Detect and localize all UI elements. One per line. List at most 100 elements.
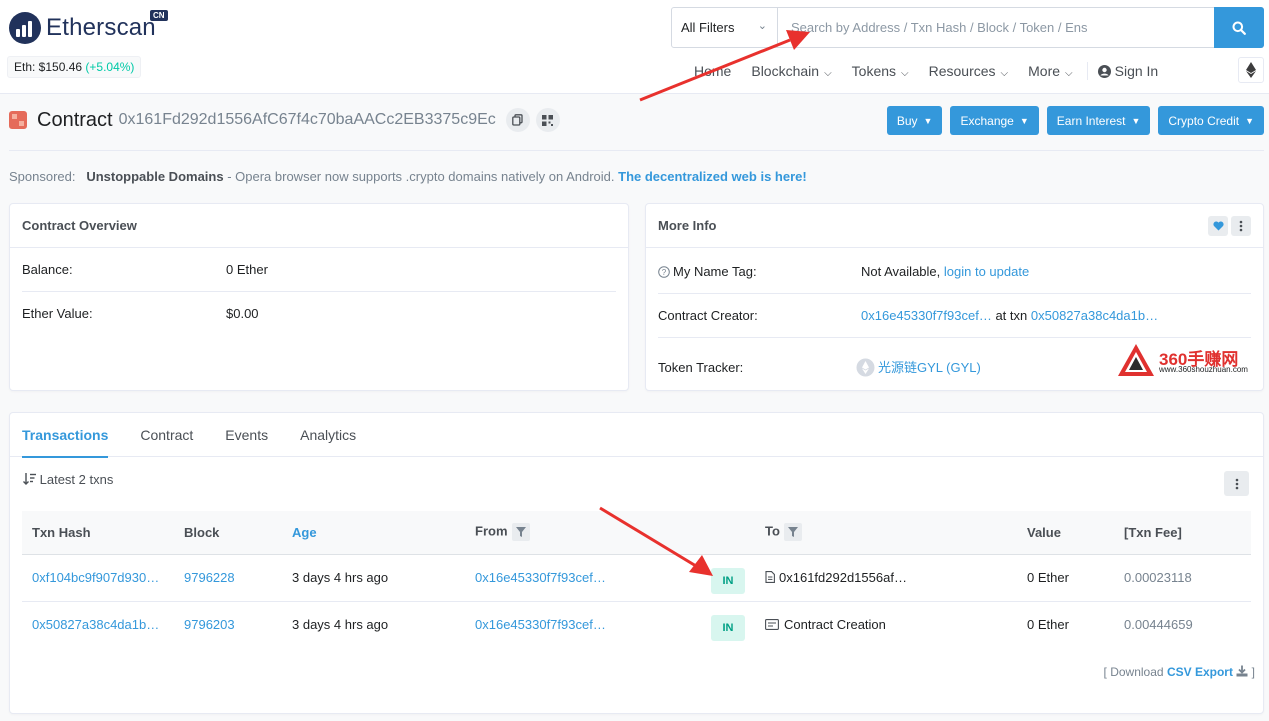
ethereum-icon xyxy=(1246,62,1256,78)
balance-label: Balance: xyxy=(22,262,73,277)
txn-count: Latest 2 txns xyxy=(39,472,114,487)
col-age[interactable]: Age xyxy=(282,511,465,555)
more-options-button[interactable] xyxy=(1231,216,1251,236)
txn-options-button[interactable] xyxy=(1224,471,1249,496)
logo-text: Etherscan xyxy=(46,14,156,41)
qr-code-button[interactable] xyxy=(535,108,560,132)
txn-hash-link[interactable]: 0xf104bc9f907d930… xyxy=(32,570,159,585)
sponsored-prefix: Sponsored: xyxy=(9,169,76,184)
chevron-down-icon: ▼ xyxy=(1131,115,1141,126)
chevron-down-icon: ▼ xyxy=(1019,115,1029,126)
col-to: To xyxy=(755,511,1017,555)
sponsor-name: Unstoppable Domains xyxy=(86,169,224,184)
copy-icon xyxy=(512,114,523,126)
crypto-credit-button[interactable]: Crypto Credit ▼ xyxy=(1158,106,1264,135)
csv-export-link[interactable]: CSV Export xyxy=(1167,665,1233,679)
filter-label: All Filters xyxy=(681,20,735,35)
user-icon xyxy=(1097,64,1111,78)
earn-interest-button[interactable]: Earn Interest ▼ xyxy=(1046,106,1151,135)
nav-tokens-label: Tokens xyxy=(851,63,897,79)
col-from: From xyxy=(465,511,693,555)
crypto-credit-label: Crypto Credit xyxy=(1168,113,1240,128)
contract-action-buttons: Buy ▼ Exchange ▼ Earn Interest ▼ Crypto Cre… xyxy=(879,106,1264,135)
block-link[interactable]: 9796228 xyxy=(184,570,235,585)
exchange-label: Exchange xyxy=(960,113,1014,128)
balance-value: 0 Ether xyxy=(226,262,268,277)
col-age-toggle[interactable]: Age xyxy=(292,525,317,540)
contract-address: 0x161Fd292d1556AfC67f4c70baAACc2EB3375c9… xyxy=(118,111,496,128)
tab-events[interactable]: Events xyxy=(225,413,268,457)
sponsor-link[interactable]: The decentralized web is here! xyxy=(618,169,807,184)
to-address: Contract Creation xyxy=(784,617,886,633)
direction-badge: IN xyxy=(711,614,745,641)
txn-hash-link[interactable]: 0x50827a38c4da1b… xyxy=(32,617,159,632)
nav-more[interactable]: More ⌵ xyxy=(1028,63,1073,79)
tab-bar: Transactions Contract Events Analytics xyxy=(10,413,1263,458)
sponsored-banner: Sponsored: Unstoppable Domains - Opera b… xyxy=(9,169,807,184)
nav-home-label: Home xyxy=(694,63,732,79)
transactions-table: Txn Hash Block Age From To Value [Txn Fe… xyxy=(22,511,1251,648)
to-address: 0x161fd292d1556af… xyxy=(779,570,907,585)
tab-transactions[interactable]: Transactions xyxy=(22,413,109,458)
chevron-down-icon: ▼ xyxy=(1245,115,1254,126)
contract-creation-icon xyxy=(765,619,779,631)
search-button[interactable] xyxy=(1214,7,1264,48)
col-block: Block xyxy=(174,511,282,555)
watermark-logo xyxy=(1118,344,1154,376)
tab-analytics[interactable]: Analytics xyxy=(300,413,356,457)
nav-blockchain-label: Blockchain xyxy=(751,63,820,79)
sign-in-link[interactable]: Sign In xyxy=(1097,63,1158,79)
eth-price: Eth: $150.46 xyxy=(14,60,83,74)
etherscan-logo[interactable]: Etherscan CN xyxy=(9,10,174,46)
txn-age: 3 days 4 hrs ago xyxy=(292,617,389,633)
vertical-ellipsis-icon xyxy=(1235,478,1238,489)
exchange-button[interactable]: Exchange ▼ xyxy=(950,106,1039,135)
logo-chart-icon xyxy=(9,12,41,44)
filter-dropdown[interactable]: All Filters ⌄ xyxy=(672,8,778,47)
txn-age: 3 days 4 hrs ago xyxy=(282,554,465,602)
token-tracker-link[interactable]: 光源链GYL (GYL) xyxy=(878,360,981,375)
nav-tokens[interactable]: Tokens ⌵ xyxy=(852,63,909,79)
filter-icon[interactable] xyxy=(783,523,802,542)
tab-contract[interactable]: Contract xyxy=(140,413,193,457)
txn-value: 0 Ether xyxy=(1017,554,1114,602)
chevron-down-icon: ⌄ xyxy=(757,20,767,32)
buy-button[interactable]: Buy ▼ xyxy=(886,106,943,135)
chevron-down-icon: ⌵ xyxy=(824,68,832,79)
favorite-button[interactable] xyxy=(1208,216,1228,236)
col-txn-fee: [Txn Fee] xyxy=(1114,511,1251,555)
eth-price-change: (+5.04%) xyxy=(85,60,135,74)
network-switch-button[interactable] xyxy=(1238,57,1264,83)
creator-label: Contract Creator: xyxy=(658,308,758,323)
earn-interest-label: Earn Interest xyxy=(1056,113,1126,128)
creator-at-txn: at txn xyxy=(995,308,1028,323)
col-txn-hash: Txn Hash xyxy=(22,511,174,555)
name-tag-label-text: My Name Tag: xyxy=(673,264,757,279)
qr-code-icon xyxy=(542,114,554,126)
from-address-link[interactable]: 0x16e45330f7f93cef… xyxy=(475,617,606,632)
col-direction xyxy=(693,511,755,555)
download-icon xyxy=(1236,665,1248,677)
search-input[interactable] xyxy=(779,8,1214,47)
txn-fee: 0.00023118 xyxy=(1114,554,1251,602)
csv-c: C xyxy=(1166,665,1176,679)
nav-blockchain[interactable]: Blockchain ⌵ xyxy=(751,63,831,79)
nav-home[interactable]: Home xyxy=(694,63,731,79)
copy-address-button[interactable] xyxy=(505,108,530,132)
card-title: More Info xyxy=(646,204,1263,248)
creator-txn-link[interactable]: 0x50827a38c4da1b… xyxy=(1031,308,1158,323)
filter-icon[interactable] xyxy=(511,523,530,542)
login-to-update-link[interactable]: login to update xyxy=(944,264,1029,279)
help-circle-icon: ? xyxy=(658,266,670,278)
eth-price-ticker: Eth: $150.46 (+5.04%) xyxy=(7,56,142,78)
nav-more-label: More xyxy=(1028,63,1061,79)
ether-value-label: Ether Value: xyxy=(22,306,93,321)
txn-fee: 0.00444659 xyxy=(1124,617,1193,633)
nav-resources[interactable]: Resources ⌵ xyxy=(929,63,1009,79)
csv-suffix: ] xyxy=(1251,665,1255,679)
from-address-link[interactable]: 0x16e45330f7f93cef… xyxy=(475,570,606,585)
ether-value-value: $0.00 xyxy=(226,306,259,321)
creator-address-link[interactable]: 0x16e45330f7f93cef… xyxy=(861,308,992,323)
chevron-down-icon: ⌵ xyxy=(901,68,909,79)
block-link[interactable]: 9796203 xyxy=(184,617,235,632)
